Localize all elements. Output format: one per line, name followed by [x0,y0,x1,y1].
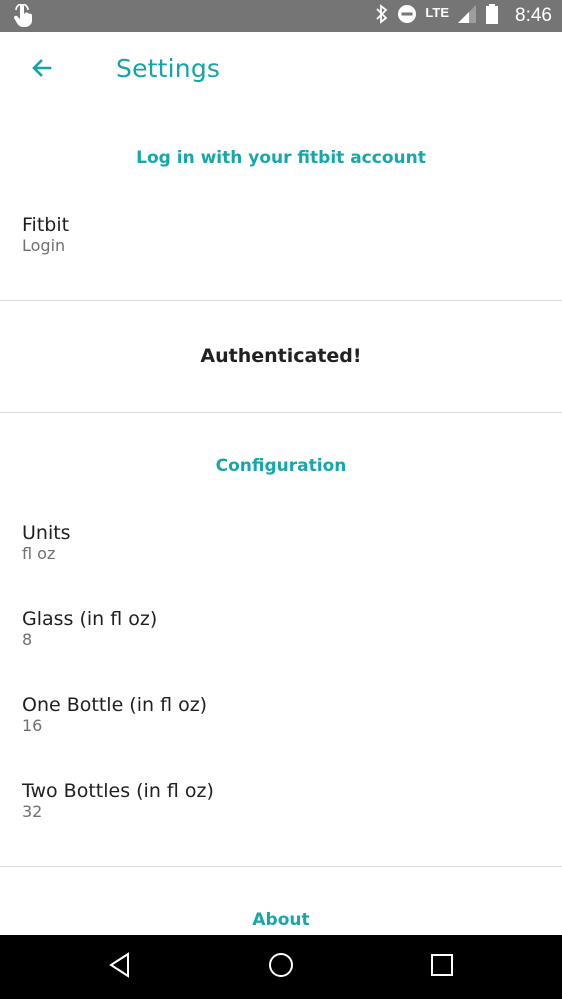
status-bar: LTE 8:46 [0,0,562,32]
item-value: Login [22,236,66,255]
nav-recents-button[interactable] [424,949,460,985]
two-bottles-setting[interactable]: Two Bottles (in fl oz) 32 [0,780,562,822]
item-value: 32 [22,802,43,821]
recents-square-icon [430,953,454,982]
system-nav-bar [0,935,562,999]
app-bar: Settings [0,32,562,106]
nav-back-button[interactable] [102,949,138,985]
page-title: Settings [116,54,221,83]
glass-setting[interactable]: Glass (in fl oz) 8 [0,608,562,650]
arrow-back-icon [30,56,54,85]
divider [0,866,562,867]
section-header-login: Log in with your fitbit account [136,148,426,168]
item-label: One Bottle (in fl oz) [22,694,208,716]
signal-icon [457,4,477,29]
back-triangle-icon [108,951,132,983]
item-label: Units [22,522,71,544]
bluetooth-icon [375,3,389,29]
divider [0,412,562,413]
status-time: 8:46 [515,5,552,26]
auth-status: Authenticated! [200,345,362,367]
home-circle-icon [268,952,294,983]
network-type: LTE [425,4,450,20]
item-value: 8 [22,630,33,649]
status-icons: LTE 8:46 [375,0,552,32]
nav-home-button[interactable] [263,949,299,985]
do-not-disturb-icon [397,4,417,29]
section-header-about: About [252,910,310,930]
item-label: Two Bottles (in fl oz) [22,780,214,802]
item-value: fl oz [22,544,56,563]
fitbit-login-item[interactable]: Fitbit Login [0,214,562,256]
item-label: Fitbit [22,214,70,236]
battery-icon [485,3,499,30]
item-label: Glass (in fl oz) [22,608,158,630]
item-value: 16 [22,716,43,735]
touch-hand-icon [12,3,34,28]
one-bottle-setting[interactable]: One Bottle (in fl oz) 16 [0,694,562,736]
back-button[interactable] [22,50,62,90]
divider [0,300,562,301]
section-header-configuration: Configuration [215,456,347,476]
units-setting[interactable]: Units fl oz [0,522,562,564]
